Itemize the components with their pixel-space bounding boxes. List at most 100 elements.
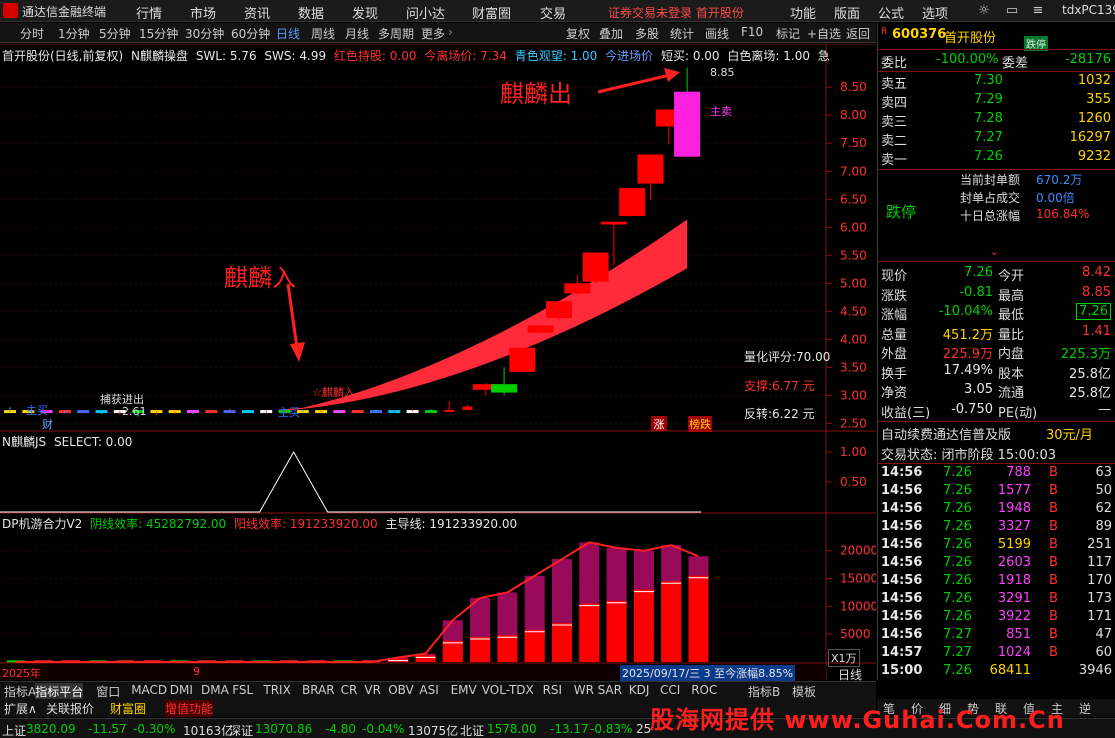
- tool-overlay[interactable]: 叠加: [599, 25, 623, 42]
- indicator-tab[interactable]: BRAR: [302, 683, 335, 697]
- tool-draw[interactable]: 画线: [705, 25, 729, 42]
- list-marker[interactable]: 榜跌: [688, 416, 712, 432]
- indicator-tab[interactable]: VR: [364, 683, 381, 697]
- indicator-tab[interactable]: CCI: [660, 683, 680, 697]
- tool-back[interactable]: 返回: [846, 25, 870, 42]
- login-notice[interactable]: 证券交易未登录 首开股份: [608, 4, 744, 21]
- indicator-tab[interactable]: VOL-TDX: [482, 683, 534, 697]
- indicator-name[interactable]: N麒麟操盘: [131, 49, 188, 63]
- period-tab-1min[interactable]: 1分钟: [58, 25, 90, 42]
- ask-row[interactable]: 卖一 7.26 9232: [878, 149, 1115, 168]
- indicator-tab[interactable]: ASI: [419, 683, 438, 697]
- y-axes: 8.50 8.00 7.50 7.00 6.50 6.00 5.50 5.00 4.50 4.00…: [826, 80, 878, 641]
- notice-stock: 首开股份: [695, 6, 744, 20]
- indicator-tab[interactable]: WR: [574, 683, 594, 697]
- tick-row: 14:56 7.26 1577 B 50: [878, 483, 1115, 501]
- tool-multi-stock[interactable]: 多股: [635, 25, 659, 42]
- stat-label: 现价: [881, 269, 908, 284]
- extension-tab[interactable]: 关联报价: [46, 700, 94, 717]
- extension-tab[interactable]: 财富圈: [110, 700, 146, 717]
- indicator-tab[interactable]: SAR: [598, 683, 622, 697]
- period-tab-multi[interactable]: 多周期: [378, 25, 414, 42]
- tool-mark[interactable]: 标记: [776, 25, 800, 42]
- ask-row[interactable]: 卖五 7.30 1032: [878, 73, 1115, 92]
- period-tab-more[interactable]: 更多: [421, 25, 445, 42]
- restore-icon[interactable]: ▭: [1004, 3, 1020, 19]
- menu-item-news[interactable]: 资讯: [244, 3, 270, 22]
- sub1-indicator-info: N麒麟JS SELECT: 0.00: [2, 433, 136, 450]
- chart-area[interactable]: 8.50 8.00 7.50 7.00 6.50 6.00 5.50 5.00 4.50 4.00…: [0, 43, 878, 682]
- indicator-tab[interactable]: 指标平台: [35, 683, 84, 700]
- tick-time: 14:56: [881, 519, 923, 534]
- indicator-tab[interactable]: CR: [341, 683, 358, 697]
- tool-add-favorite[interactable]: +自选: [807, 25, 841, 42]
- indicator-tab[interactable]: MACD: [131, 683, 167, 697]
- index-name[interactable]: 上证: [2, 722, 26, 738]
- indicator-tab[interactable]: ROC: [691, 683, 717, 697]
- seal-label: 当前封单额: [960, 173, 1021, 187]
- tool-stats[interactable]: 统计: [670, 25, 694, 42]
- period-tab-weekly[interactable]: 周线: [311, 25, 335, 42]
- tick-row: 15:00 7.26 68411 3946: [878, 663, 1115, 681]
- menu-item-market[interactable]: 市场: [190, 3, 216, 22]
- user-name: tdxPC139: [1062, 3, 1115, 17]
- menu-item-discover[interactable]: 发现: [352, 3, 378, 22]
- ask-row[interactable]: 卖二 7.27 16297: [878, 130, 1115, 149]
- menu-item-ask[interactable]: 问小达: [406, 3, 445, 22]
- main-indicator-info: 首开股份(日线,前复权) N麒麟操盘 SWL: 5.76 SWS: 4.99 红…: [2, 47, 834, 64]
- indicator-tab[interactable]: DMI: [170, 683, 193, 697]
- tool-adjust[interactable]: 复权: [566, 25, 590, 42]
- candlestick-chart: [0, 67, 826, 424]
- indicator-tab[interactable]: RSI: [543, 683, 563, 697]
- quote-panel-tab[interactable]: 逆: [1079, 700, 1091, 717]
- ask-row[interactable]: 卖三 7.28 1260: [878, 111, 1115, 130]
- app-logo-icon: [3, 3, 18, 18]
- index-name[interactable]: 北证: [460, 722, 484, 738]
- indicator-tab[interactable]: 指标A: [4, 683, 36, 700]
- indicator-tab[interactable]: OBV: [388, 683, 414, 697]
- indicator-tab[interactable]: KDJ: [629, 683, 650, 697]
- stat-label: 外盘: [881, 347, 908, 362]
- menu-item-options[interactable]: 选项: [922, 3, 948, 22]
- promo-row[interactable]: 自动续费通达信普及版 30元/月: [878, 424, 1115, 443]
- tool-f10[interactable]: F10: [741, 25, 763, 39]
- theme-icon[interactable]: ☼: [976, 3, 992, 19]
- extension-tab[interactable]: 增值功能: [165, 700, 214, 717]
- period-tab-15min[interactable]: 15分钟: [139, 25, 178, 42]
- period-tab-60min[interactable]: 60分钟: [231, 25, 270, 42]
- menu-item-function[interactable]: 功能: [790, 3, 816, 22]
- indicator-tab-right[interactable]: 模板: [792, 683, 816, 700]
- finance-marker[interactable]: 财: [42, 416, 53, 432]
- menu-item-data[interactable]: 数据: [298, 3, 324, 22]
- period-tab-monthly[interactable]: 月线: [345, 25, 369, 42]
- index-amt: 13075亿: [408, 724, 459, 738]
- more-chevron-icon[interactable]: ›: [448, 25, 453, 39]
- menu-item-formula[interactable]: 公式: [878, 3, 904, 22]
- extension-tab[interactable]: 扩展∧: [4, 700, 37, 717]
- indicator-tab[interactable]: 窗口: [96, 683, 120, 700]
- period-tab-5min[interactable]: 5分钟: [99, 25, 131, 42]
- indicator-tab[interactable]: FSL: [232, 683, 253, 697]
- period-tab-daily[interactable]: 日线: [276, 25, 300, 42]
- index-name[interactable]: 深证: [229, 722, 253, 738]
- menu-item-layout[interactable]: 版面: [834, 3, 860, 22]
- tick-price: 7.26: [943, 483, 972, 498]
- expand-icon[interactable]: ⌄: [990, 247, 998, 258]
- tick-list: 14:56 7.26 788 B 63 14:56 7.26 1577 B 50 14:56 7.26…: [878, 465, 1115, 680]
- menu-icon[interactable]: ≡: [1030, 3, 1046, 19]
- indicator-tab-right[interactable]: 指标B: [748, 683, 780, 700]
- seal-row: 十日总涨幅 106.84%: [878, 207, 1115, 225]
- rise-marker[interactable]: 涨: [651, 416, 667, 431]
- period-tab-30min[interactable]: 30分钟: [185, 25, 224, 42]
- indicator-tab[interactable]: TRIX: [263, 683, 290, 697]
- menu-item-wealth[interactable]: 财富圈: [472, 3, 511, 22]
- indicator-tab[interactable]: DMA: [201, 683, 229, 697]
- period-tab-intraday[interactable]: 分时: [20, 25, 44, 42]
- menu-item-trade[interactable]: 交易: [540, 3, 566, 22]
- tick-volume: 3291: [997, 591, 1031, 606]
- indicator-tab[interactable]: EMV: [451, 683, 477, 697]
- menu-item-quote[interactable]: 行情: [136, 3, 162, 22]
- sub2-indicator-name[interactable]: DP机游合力V2: [2, 517, 82, 531]
- sub1-indicator-name[interactable]: N麒麟JS: [2, 435, 46, 449]
- ask-row[interactable]: 卖四 7.29 355: [878, 92, 1115, 111]
